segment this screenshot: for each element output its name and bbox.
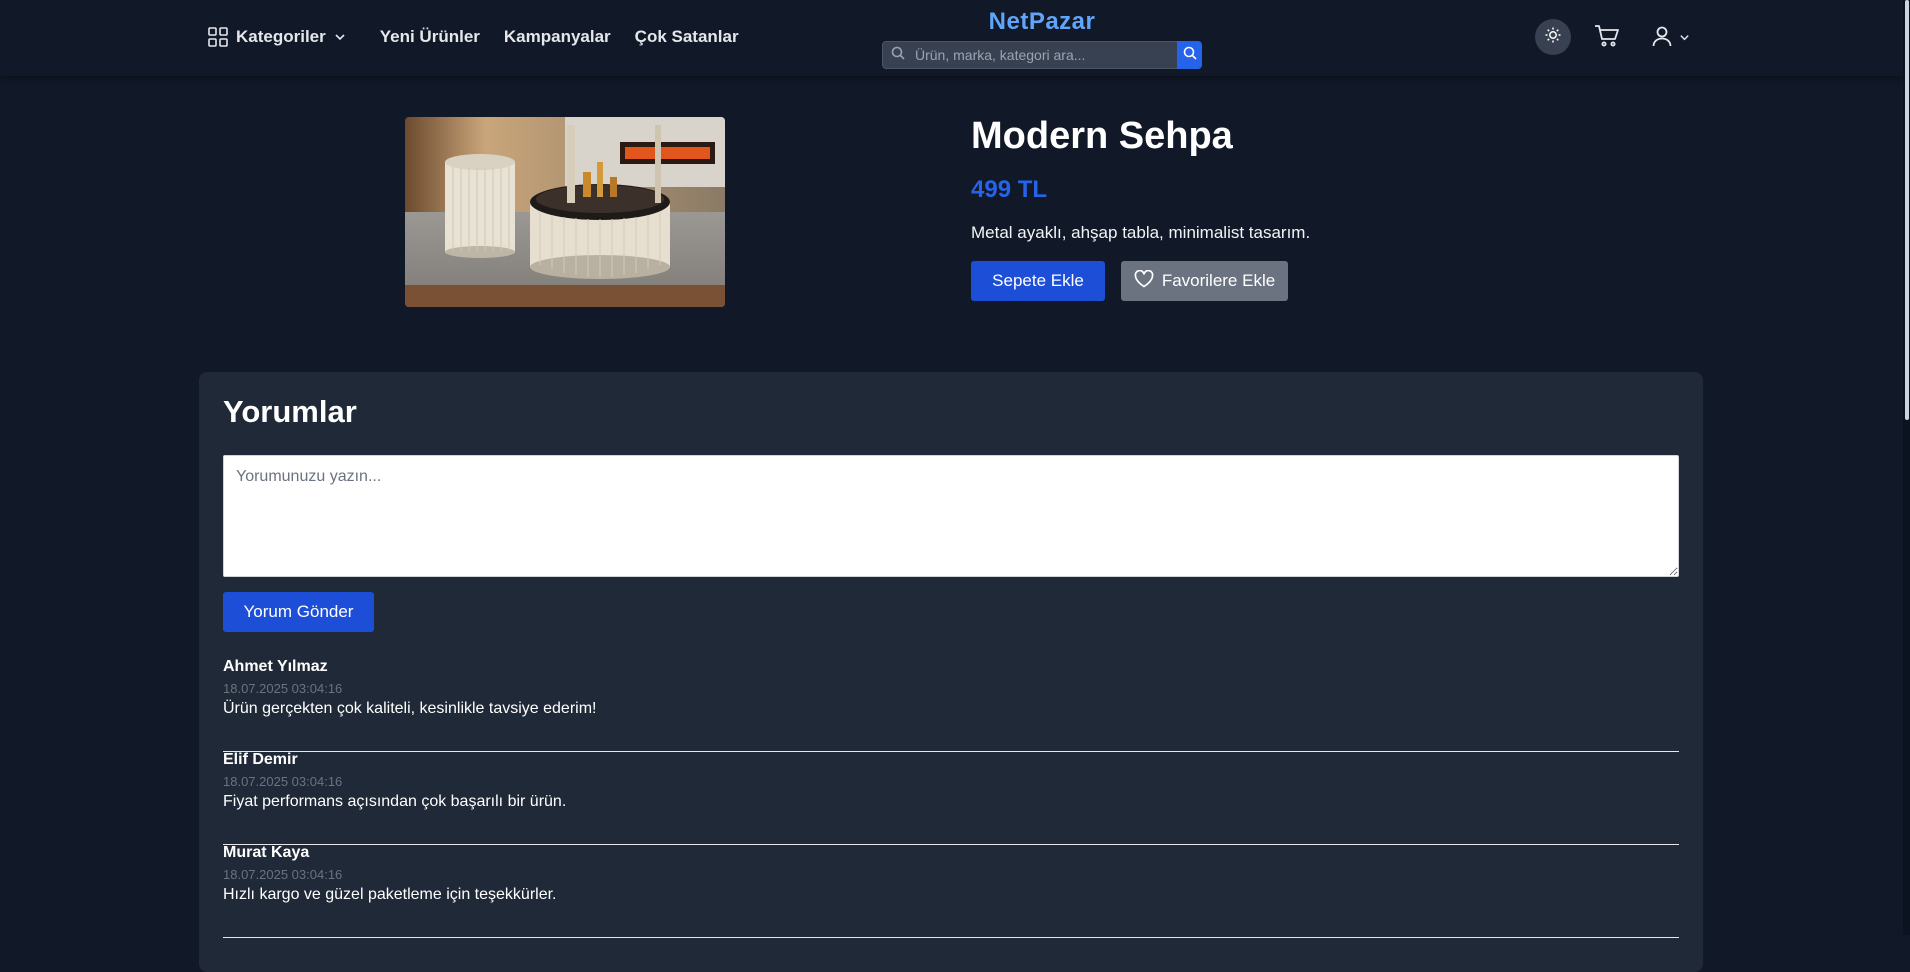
categories-label: Kategoriler (236, 27, 326, 46)
search-icon (891, 46, 905, 65)
comment-textarea[interactable] (223, 455, 1679, 577)
comment-text: Hızlı kargo ve güzel paketleme için teşe… (223, 886, 557, 903)
chevron-down-icon (334, 31, 346, 43)
comment-item: Elif Demir 18.07.2025 03:04:16 Fiyat per… (223, 751, 1679, 845)
page-scrollbar-thumb[interactable] (1905, 0, 1909, 420)
product-price: 499 TL (971, 176, 1048, 203)
product-description: Metal ayaklı, ahşap tabla, minimalist ta… (971, 223, 1311, 242)
comment-date: 18.07.2025 03:04:16 (223, 774, 343, 789)
comment-date: 18.07.2025 03:04:16 (223, 681, 343, 696)
top-navbar: Kategoriler Yeni Ürünler Kampanyalar Çok… (0, 0, 1910, 76)
comment-date: 18.07.2025 03:04:16 (223, 867, 343, 882)
search-bar (882, 41, 1202, 69)
search-icon (1183, 46, 1197, 65)
comments-title: Yorumlar (223, 394, 357, 429)
product-title: Modern Sehpa (971, 115, 1233, 157)
chevron-down-icon (1679, 30, 1690, 48)
comment-author: Ahmet Yılmaz (223, 658, 328, 675)
favorites-label: Favorilere Ekle (1161, 271, 1276, 290)
nav-link-new-products[interactable]: Yeni Ürünler (380, 27, 480, 47)
search-input[interactable] (913, 46, 1177, 64)
comment-text: Fiyat performans açısından çok başarılı … (223, 793, 567, 810)
brand-logo[interactable]: NetPazar (882, 8, 1202, 36)
comments-section: Yorumlar Yorum Gönder Ahmet Yılmaz 18.07… (199, 372, 1703, 972)
add-to-favorites-button[interactable]: Favorilere Ekle (1121, 261, 1288, 301)
user-menu-button[interactable] (1651, 25, 1690, 52)
user-icon (1651, 25, 1673, 52)
comment-author: Elif Demir (223, 751, 298, 768)
sun-icon (1544, 26, 1562, 49)
comment-item: Murat Kaya 18.07.2025 03:04:16 Hızlı kar… (223, 844, 1679, 938)
heart-icon (1134, 269, 1154, 293)
add-to-cart-button[interactable]: Sepete Ekle (971, 261, 1105, 301)
main-nav: Kategoriler Yeni Ürünler Kampanyalar Çok… (208, 24, 739, 50)
theme-toggle-button[interactable] (1535, 19, 1571, 55)
comment-text: Ürün gerçekten çok kaliteli, kesinlikle … (223, 700, 597, 717)
cart-button[interactable] (1594, 24, 1620, 53)
cart-icon (1594, 25, 1620, 52)
comment-item: Ahmet Yılmaz 18.07.2025 03:04:16 Ürün ge… (223, 658, 1679, 752)
comment-author: Murat Kaya (223, 844, 310, 861)
nav-link-best-sellers[interactable]: Çok Satanlar (635, 27, 739, 47)
categories-dropdown[interactable]: Kategoriler (208, 27, 346, 47)
product-image (405, 117, 725, 307)
submit-comment-button[interactable]: Yorum Gönder (223, 592, 374, 632)
search-field-wrapper (882, 41, 1177, 69)
nav-link-campaigns[interactable]: Kampanyalar (504, 27, 611, 47)
grid-icon (208, 27, 228, 47)
search-button[interactable] (1177, 41, 1202, 69)
